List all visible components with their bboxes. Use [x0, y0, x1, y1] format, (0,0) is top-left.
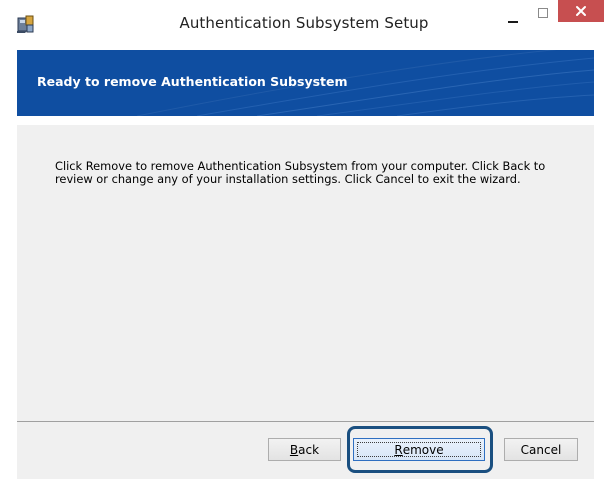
close-icon — [576, 6, 586, 16]
setup-window: Authentication Subsystem Setup Ready to … — [0, 0, 608, 479]
maximize-button[interactable] — [530, 2, 556, 24]
instructions-line-2: review or change any of your installatio… — [55, 172, 521, 186]
button-footer: Back Remove Cancel — [17, 422, 594, 479]
remove-button-label: emove — [402, 442, 444, 457]
content-panel: Click Remove to remove Authentication Su… — [17, 125, 594, 421]
minimize-button[interactable] — [498, 10, 528, 30]
instructions-text: Click Remove to remove Authentication Su… — [55, 160, 575, 186]
window-left-border — [0, 47, 17, 479]
header-banner: Ready to remove Authentication Subsystem — [17, 50, 594, 116]
cancel-button-label: Cancel — [520, 442, 562, 457]
remove-button[interactable]: Remove — [353, 438, 485, 461]
cancel-button[interactable]: Cancel — [504, 438, 578, 461]
banner-title: Ready to remove Authentication Subsystem — [37, 74, 348, 89]
back-button-accelerator: B — [289, 442, 299, 457]
close-button[interactable] — [558, 0, 604, 22]
remove-button-accelerator: R — [394, 442, 403, 457]
minimize-icon — [508, 21, 518, 23]
back-button-label: ack — [298, 442, 320, 457]
window-right-border — [594, 47, 608, 479]
back-button[interactable]: Back — [268, 438, 341, 461]
title-bar[interactable]: Authentication Subsystem Setup — [0, 0, 608, 47]
maximize-icon — [538, 8, 548, 18]
